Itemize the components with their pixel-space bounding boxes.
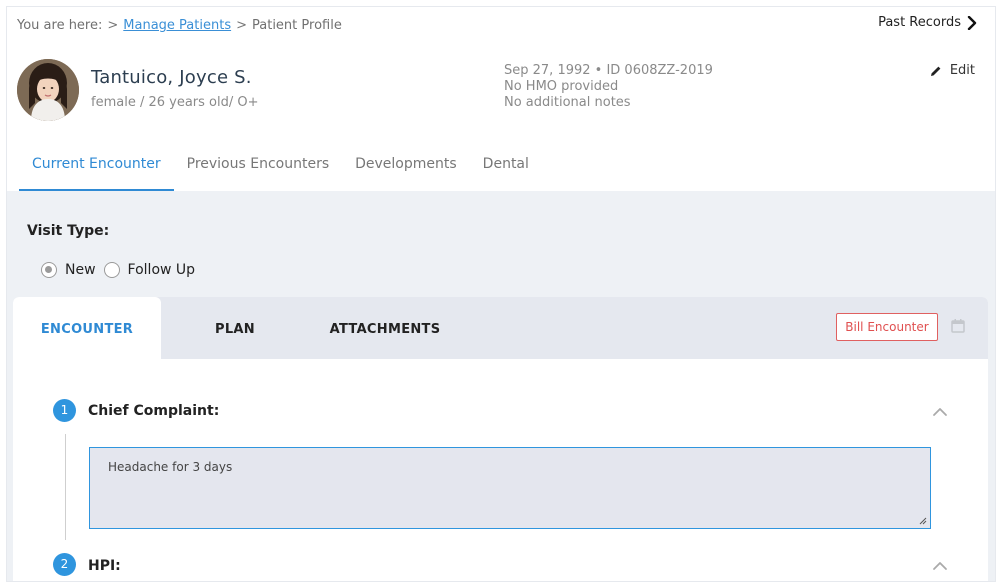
tab-previous-encounters[interactable]: Previous Encounters [174, 147, 343, 191]
encounter-tabs: Current Encounter Previous Encounters De… [19, 147, 542, 191]
bill-encounter-button[interactable]: Bill Encounter [836, 313, 938, 341]
patient-notes: No additional notes [504, 95, 631, 110]
past-records-label: Past Records [878, 15, 961, 30]
edit-label: Edit [949, 63, 975, 78]
tab-plan[interactable]: PLAN [161, 297, 309, 359]
patient-photo [17, 59, 79, 121]
past-records-link[interactable]: Past Records [878, 15, 977, 30]
chevron-up-icon[interactable] [932, 561, 948, 571]
patient-meta: Sep 27, 1992 • ID 0608ZZ-2019 No HMO pro… [504, 63, 713, 111]
tab-developments[interactable]: Developments [342, 147, 470, 191]
tab-attachments[interactable]: ATTACHMENTS [309, 297, 461, 359]
patient-birthdate-id: Sep 27, 1992 • ID 0608ZZ-2019 [504, 63, 713, 78]
tab-current-encounter[interactable]: Current Encounter [19, 147, 174, 191]
chevron-up-icon[interactable] [932, 407, 948, 417]
panel-tab-bar: ENCOUNTER PLAN ATTACHMENTS Bill Encounte… [13, 297, 988, 359]
radio-new[interactable] [41, 262, 57, 278]
encounter-panel: ENCOUNTER PLAN ATTACHMENTS Bill Encounte… [13, 297, 988, 581]
tab-dental[interactable]: Dental [470, 147, 542, 191]
step-connector-line [65, 434, 66, 540]
tab-encounter[interactable]: ENCOUNTER [13, 297, 161, 359]
chief-complaint-input[interactable]: Headache for 3 days [89, 447, 931, 529]
chevron-right-icon [967, 15, 977, 30]
visit-type-options: New Follow Up [41, 262, 203, 278]
step-number-2: 2 [53, 553, 76, 576]
pencil-icon [930, 66, 941, 76]
breadcrumb-link-manage-patients[interactable]: Manage Patients [123, 18, 231, 33]
breadcrumb-separator: > [236, 18, 247, 33]
breadcrumb: You are here: > Manage Patients > Patient Pr… [17, 18, 342, 33]
step-number-1: 1 [53, 399, 76, 422]
radio-new-label: New [65, 262, 96, 278]
avatar [17, 59, 79, 121]
visit-type-label: Visit Type: [27, 223, 110, 239]
edit-profile-button[interactable]: Edit [930, 63, 975, 78]
hpi-title: HPI: [88, 558, 121, 574]
breadcrumb-separator: > [107, 18, 119, 33]
radio-follow-up-label: Follow Up [127, 262, 196, 278]
breadcrumb-current: Patient Profile [252, 18, 342, 33]
calendar-icon[interactable] [951, 318, 965, 333]
radio-follow-up[interactable] [103, 262, 120, 278]
patient-profile-card: You are here: > Manage Patients > Patient Pr… [6, 6, 996, 582]
patient-header: You are here: > Manage Patients > Patient Pr… [7, 7, 995, 191]
chief-complaint-title: Chief Complaint: [88, 403, 220, 419]
patient-summary: female / 26 years old/ O+ [91, 95, 259, 110]
patient-name: Tantuico, Joyce S. [91, 67, 252, 88]
patient-hmo: No HMO provided [504, 79, 619, 94]
breadcrumb-prefix: You are here: [17, 18, 103, 33]
